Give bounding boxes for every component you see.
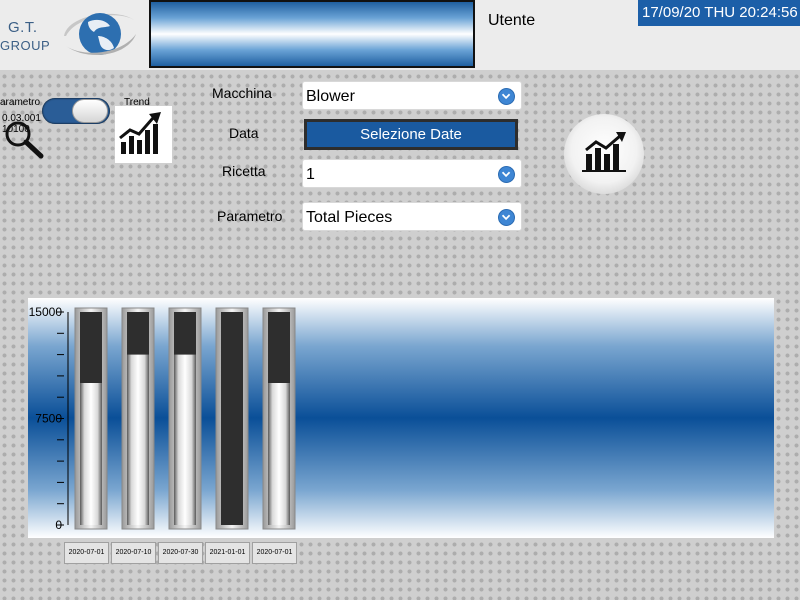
bar[interactable] [215,307,249,530]
trend-button[interactable] [115,106,172,163]
recipe-select[interactable]: 1 [302,159,522,188]
x-tick-label: 2020-07-01 [64,542,109,564]
parameter-value: Total Pieces [306,209,393,226]
select-dates-button[interactable]: Selezione Date [304,119,518,150]
bar-chart-icon [582,132,626,172]
logo-text-bottom: GROUP [0,38,51,53]
chevron-down-icon[interactable] [498,88,515,105]
header-bar: G.T. GROUP Utente 17/09/20 THU 20:24:56 [0,0,800,70]
y-tick-label: 7500 [35,412,62,426]
param-caption: arametro [0,97,41,108]
x-tick-label: 2020-07-30 [158,542,203,564]
bar[interactable] [121,307,155,530]
trend-chart-icon [119,112,161,154]
parameter-select[interactable]: Total Pieces [302,202,522,231]
date-label: Data [229,125,259,141]
bar-fill [268,383,290,525]
machine-value: Blower [306,88,355,105]
chart-panel: 0 7500 15000 [28,298,774,538]
machine-select[interactable]: Blower [302,81,522,110]
chevron-down-icon[interactable] [498,166,515,183]
y-tick-label: 15000 [29,305,63,319]
bar[interactable] [262,307,296,530]
bar-track [221,312,243,525]
bar-fill [80,383,102,525]
y-tick-label: 0 [55,518,62,532]
toggle-knob [72,99,108,123]
datetime-display: 17/09/20 THU 20:24:56 [638,0,800,26]
bar[interactable] [74,307,108,530]
bar-fill [127,354,149,525]
show-chart-button[interactable] [564,114,644,194]
title-panel [149,0,475,68]
x-tick-label: 2021-01-01 [205,542,250,564]
globe-logo-icon [64,13,136,56]
recipe-label: Ricetta [222,163,266,179]
recipe-value: 1 [306,166,315,183]
machine-label: Macchina [212,85,272,101]
bar-fill [174,354,196,525]
search-icon[interactable] [4,120,44,160]
bar[interactable] [168,307,202,530]
chevron-down-icon[interactable] [498,209,515,226]
param-toggle-switch[interactable] [42,98,110,124]
logo-text-top: G.T. [8,19,38,36]
user-label[interactable]: Utente [488,12,535,30]
x-tick-label: 2020-07-10 [111,542,156,564]
bar-chart: 0 7500 15000 [29,305,296,532]
x-tick-label: 2020-07-01 [252,542,297,564]
param-label: Parametro [217,208,283,224]
